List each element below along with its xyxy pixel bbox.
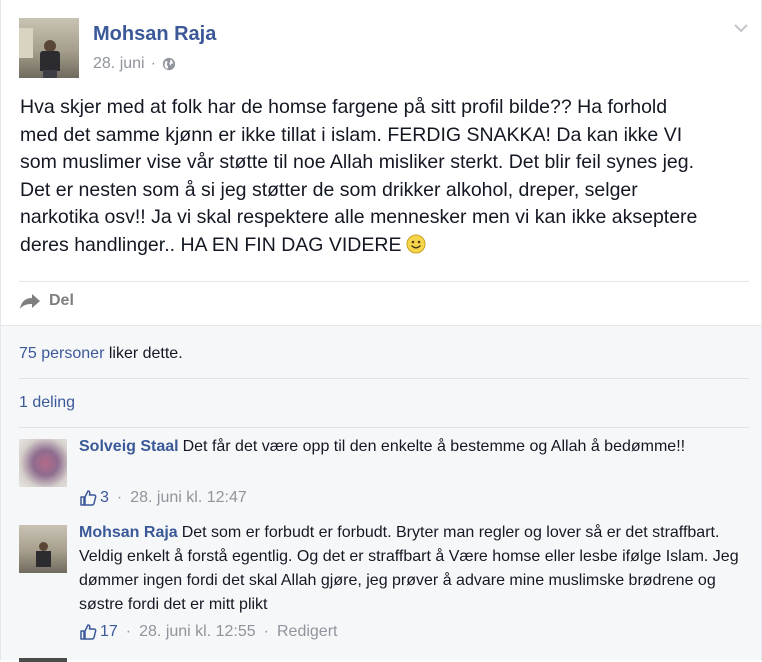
shares-link[interactable]: 1 deling: [19, 394, 75, 412]
smiley-emoji: [406, 234, 425, 254]
share-button[interactable]: Del: [19, 292, 74, 310]
likes-link[interactable]: 75 personer: [19, 345, 104, 362]
meta-separator: ·: [263, 623, 269, 640]
next-commenter-avatar[interactable]: [19, 658, 67, 662]
separator: [19, 378, 749, 379]
commenter-avatar[interactable]: [19, 439, 67, 487]
comment-author[interactable]: Solveig Staal: [79, 438, 179, 455]
comment-author[interactable]: Mohsan Raja: [79, 524, 178, 541]
likes-suffix: liker dette.: [104, 345, 183, 362]
action-divider: [19, 281, 749, 282]
post-meta: 28. juni ·: [93, 55, 176, 73]
post-author-name[interactable]: Mohsan Raja: [93, 23, 216, 46]
comment-like-count[interactable]: 17: [79, 623, 118, 641]
edited-label[interactable]: Redigert: [277, 623, 337, 641]
comment-item: Mohsan Raja Det som er forbudt er forbudt…: [19, 524, 749, 645]
comment-like-count[interactable]: 3: [79, 489, 109, 507]
share-label: Del: [49, 292, 74, 309]
post-card: Mohsan Raja 28. juni · Hva skjer med at …: [0, 0, 762, 662]
post-text: Hva skjer med at folk har de homse farge…: [20, 94, 750, 260]
meta-separator: ·: [116, 489, 123, 506]
post-date[interactable]: 28. juni: [93, 55, 145, 73]
comment-timestamp[interactable]: 28. juni kl. 12:47: [130, 489, 247, 507]
comment-body: Solveig Staal Det får det være opp til de…: [79, 435, 749, 459]
thumbs-up-icon: [80, 624, 97, 640]
meta-separator: ·: [150, 55, 156, 72]
chevron-down-icon[interactable]: [733, 20, 749, 36]
comment-meta: 17 · 28. juni kl. 12:55 · Redigert: [79, 623, 337, 641]
commenter-avatar[interactable]: [19, 525, 67, 573]
comment-body: Mohsan Raja Det som er forbudt er forbudt…: [79, 521, 749, 617]
comment-timestamp[interactable]: 28. juni kl. 12:55: [139, 623, 256, 641]
comment-text: Det får det være opp til den enkelte å b…: [182, 438, 686, 455]
feedback-section: 75 personer liker dette. 1 deling Solvei…: [1, 325, 761, 660]
post-text-body: Hva skjer med at folk har de homse farge…: [20, 96, 698, 256]
author-avatar[interactable]: [19, 18, 79, 78]
likes-summary: 75 personer liker dette.: [19, 345, 183, 363]
comment-meta: 3 · 28. juni kl. 12:47: [79, 489, 247, 507]
meta-separator: ·: [125, 623, 132, 640]
thumbs-up-icon: [80, 490, 97, 506]
like-count-value: 3: [100, 489, 109, 506]
like-count-value: 17: [100, 623, 118, 640]
comment-item: Solveig Staal Det får det være opp til de…: [19, 438, 749, 517]
share-arrow-icon: [20, 294, 40, 309]
globe-icon[interactable]: [162, 57, 176, 71]
separator: [19, 427, 749, 428]
